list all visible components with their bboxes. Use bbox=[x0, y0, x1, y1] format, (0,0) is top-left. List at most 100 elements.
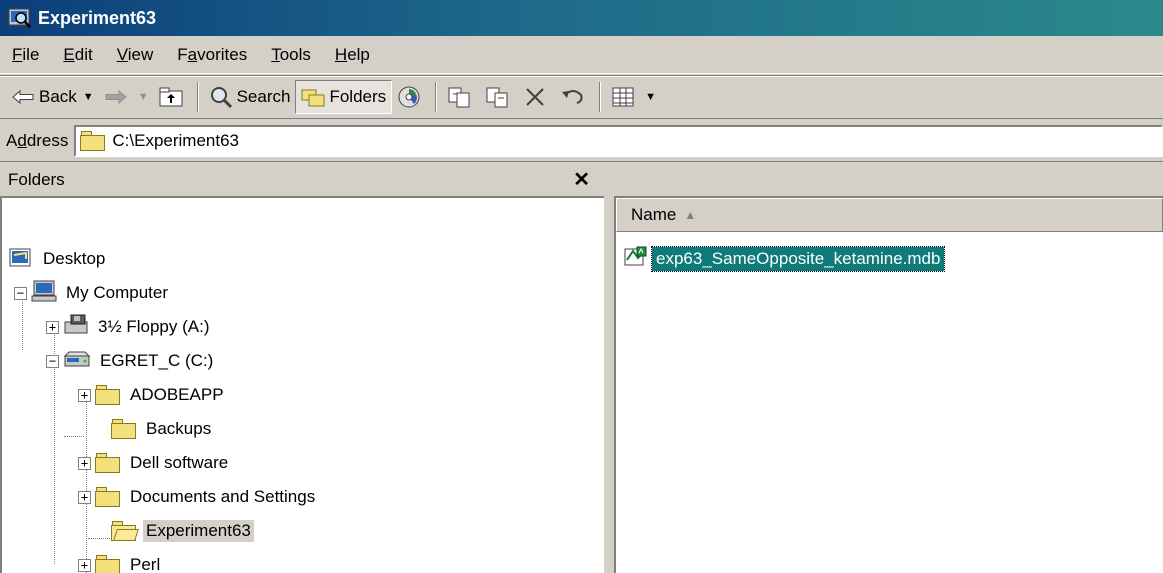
history-icon bbox=[397, 85, 421, 109]
folders-tree-pane[interactable]: Desktop − My Computer + 3½ Floppy (A:) −… bbox=[0, 196, 604, 573]
folders-label: Folders bbox=[329, 87, 387, 106]
expand-toggle[interactable]: + bbox=[78, 490, 91, 504]
expand-toggle[interactable]: + bbox=[78, 558, 91, 572]
folder-icon bbox=[95, 385, 121, 405]
tree-item-documents-and-settings[interactable]: + Documents and Settings bbox=[78, 480, 318, 514]
tree-item-label: 3½ Floppy (A:) bbox=[98, 317, 210, 336]
menu-tools-mnemonic: T bbox=[271, 44, 280, 64]
floppy-icon bbox=[63, 314, 89, 341]
menu-favorites-rest: vorites bbox=[197, 44, 248, 64]
tree-item-adobeapp[interactable]: + ADOBEAPP bbox=[78, 378, 227, 412]
menu-favorites-mnemonic: a bbox=[187, 44, 198, 64]
access-db-icon bbox=[624, 246, 648, 273]
up-button[interactable] bbox=[154, 80, 192, 114]
menu-file[interactable]: File bbox=[8, 43, 43, 67]
menu-file-rest: ile bbox=[22, 44, 40, 64]
back-arrow-icon bbox=[11, 85, 35, 109]
forward-button[interactable]: ▼ bbox=[99, 80, 154, 114]
tree-item-label: Desktop bbox=[43, 249, 106, 268]
column-header-label: Name bbox=[631, 205, 677, 224]
file-list-item[interactable]: exp63_SameOpposite_ketamine.mdb bbox=[624, 244, 946, 274]
expand-toggle[interactable]: + bbox=[78, 388, 91, 402]
tree-item-desktop[interactable]: Desktop bbox=[8, 242, 108, 276]
toolbar-separator bbox=[435, 82, 438, 112]
tree-item-egret-c[interactable]: − EGRET_C (C:) bbox=[46, 344, 216, 378]
menu-help-rest: elp bbox=[347, 44, 370, 64]
delete-x-icon bbox=[523, 85, 547, 109]
collapse-toggle[interactable]: − bbox=[14, 286, 27, 300]
standard-toolbar: Back ▼ ▼ Search Folders ▼ bbox=[0, 75, 1163, 119]
window-title: Experiment63 bbox=[38, 7, 157, 28]
menu-view[interactable]: View bbox=[113, 43, 158, 67]
menu-favorites-prefix: F bbox=[177, 44, 188, 64]
move-to-button[interactable] bbox=[442, 80, 480, 114]
tree-item-label: Dell software bbox=[130, 453, 229, 472]
tree-item-label: My Computer bbox=[66, 283, 169, 302]
column-header-name[interactable]: Name ▲ bbox=[616, 198, 1163, 232]
file-list-pane[interactable]: Name ▲ exp63_SameOpposite_ketamine.mdb bbox=[614, 196, 1163, 573]
explorer-search-icon bbox=[8, 6, 32, 30]
toolbar-separator bbox=[599, 82, 602, 112]
search-icon bbox=[209, 85, 233, 109]
folders-button[interactable]: Folders bbox=[295, 80, 393, 114]
address-field[interactable]: C:\Experiment63 bbox=[74, 124, 1163, 157]
views-dropdown-icon[interactable]: ▼ bbox=[645, 91, 656, 103]
tree-item-perl[interactable]: + Perl bbox=[78, 548, 163, 573]
toolbar-separator bbox=[196, 82, 199, 112]
menu-help-mnemonic: H bbox=[334, 44, 348, 64]
menu-tools[interactable]: Tools bbox=[267, 43, 315, 67]
menu-edit-rest: dit bbox=[74, 44, 93, 64]
search-button[interactable]: Search bbox=[204, 80, 296, 114]
menu-file-mnemonic: F bbox=[12, 44, 23, 64]
address-value: C:\Experiment63 bbox=[112, 130, 240, 150]
forward-arrow-icon bbox=[104, 85, 128, 109]
tree-item-backups[interactable]: Backups bbox=[95, 412, 214, 446]
close-icon[interactable]: ✕ bbox=[573, 167, 590, 192]
sort-ascending-icon: ▲ bbox=[684, 208, 697, 222]
tree-item-my-computer[interactable]: − My Computer bbox=[14, 276, 171, 310]
views-grid-icon bbox=[611, 85, 635, 109]
computer-icon bbox=[31, 279, 57, 308]
menu-help[interactable]: Help bbox=[331, 43, 374, 67]
delete-button[interactable] bbox=[518, 80, 556, 114]
tree-item-label: EGRET_C (C:) bbox=[100, 351, 214, 370]
copy-to-button[interactable] bbox=[480, 80, 518, 114]
back-dropdown-icon[interactable]: ▼ bbox=[83, 91, 94, 103]
tree-item-label: Documents and Settings bbox=[130, 487, 316, 506]
forward-dropdown-icon[interactable]: ▼ bbox=[138, 91, 149, 103]
title-bar[interactable]: Experiment63 bbox=[0, 0, 1163, 36]
undo-button[interactable] bbox=[556, 80, 594, 114]
move-to-icon bbox=[447, 85, 471, 109]
menu-favorites[interactable]: Favorites bbox=[173, 43, 251, 67]
search-label: Search bbox=[236, 87, 291, 106]
collapse-toggle[interactable]: − bbox=[46, 354, 59, 368]
copy-to-icon bbox=[485, 85, 509, 109]
tree-connector bbox=[64, 436, 84, 437]
back-button[interactable]: Back ▼ bbox=[6, 80, 99, 114]
folders-icon bbox=[301, 85, 325, 109]
back-label: Back bbox=[39, 87, 77, 106]
tree-item-floppy[interactable]: + 3½ Floppy (A:) bbox=[46, 310, 213, 344]
folders-pane-header: Folders ✕ bbox=[0, 163, 604, 196]
drive-icon bbox=[63, 348, 91, 375]
folder-icon bbox=[95, 453, 121, 473]
tree-item-dell-software[interactable]: + Dell software bbox=[78, 446, 231, 480]
tree-item-label: Backups bbox=[146, 419, 212, 438]
expand-toggle[interactable]: + bbox=[46, 320, 59, 334]
address-label-prefix: A bbox=[6, 130, 18, 150]
tree-item-label: ADOBEAPP bbox=[130, 385, 224, 404]
menu-view-mnemonic: V bbox=[116, 44, 128, 64]
open-folder-icon bbox=[111, 521, 139, 541]
views-button[interactable]: ▼ bbox=[606, 80, 661, 114]
tree-item-experiment63[interactable]: Experiment63 bbox=[95, 514, 254, 548]
address-label-mnemonic: d bbox=[17, 130, 27, 150]
pane-splitter[interactable] bbox=[604, 163, 614, 573]
folder-icon bbox=[95, 555, 121, 573]
menu-bar: File Edit View Favorites Tools Help bbox=[0, 36, 1163, 74]
expand-toggle[interactable]: + bbox=[78, 456, 91, 470]
menu-edit[interactable]: Edit bbox=[59, 43, 96, 67]
folder-icon bbox=[111, 419, 137, 439]
tree-item-label: Experiment63 bbox=[143, 520, 254, 542]
history-button[interactable] bbox=[392, 80, 430, 114]
folders-pane-title: Folders bbox=[8, 169, 65, 189]
